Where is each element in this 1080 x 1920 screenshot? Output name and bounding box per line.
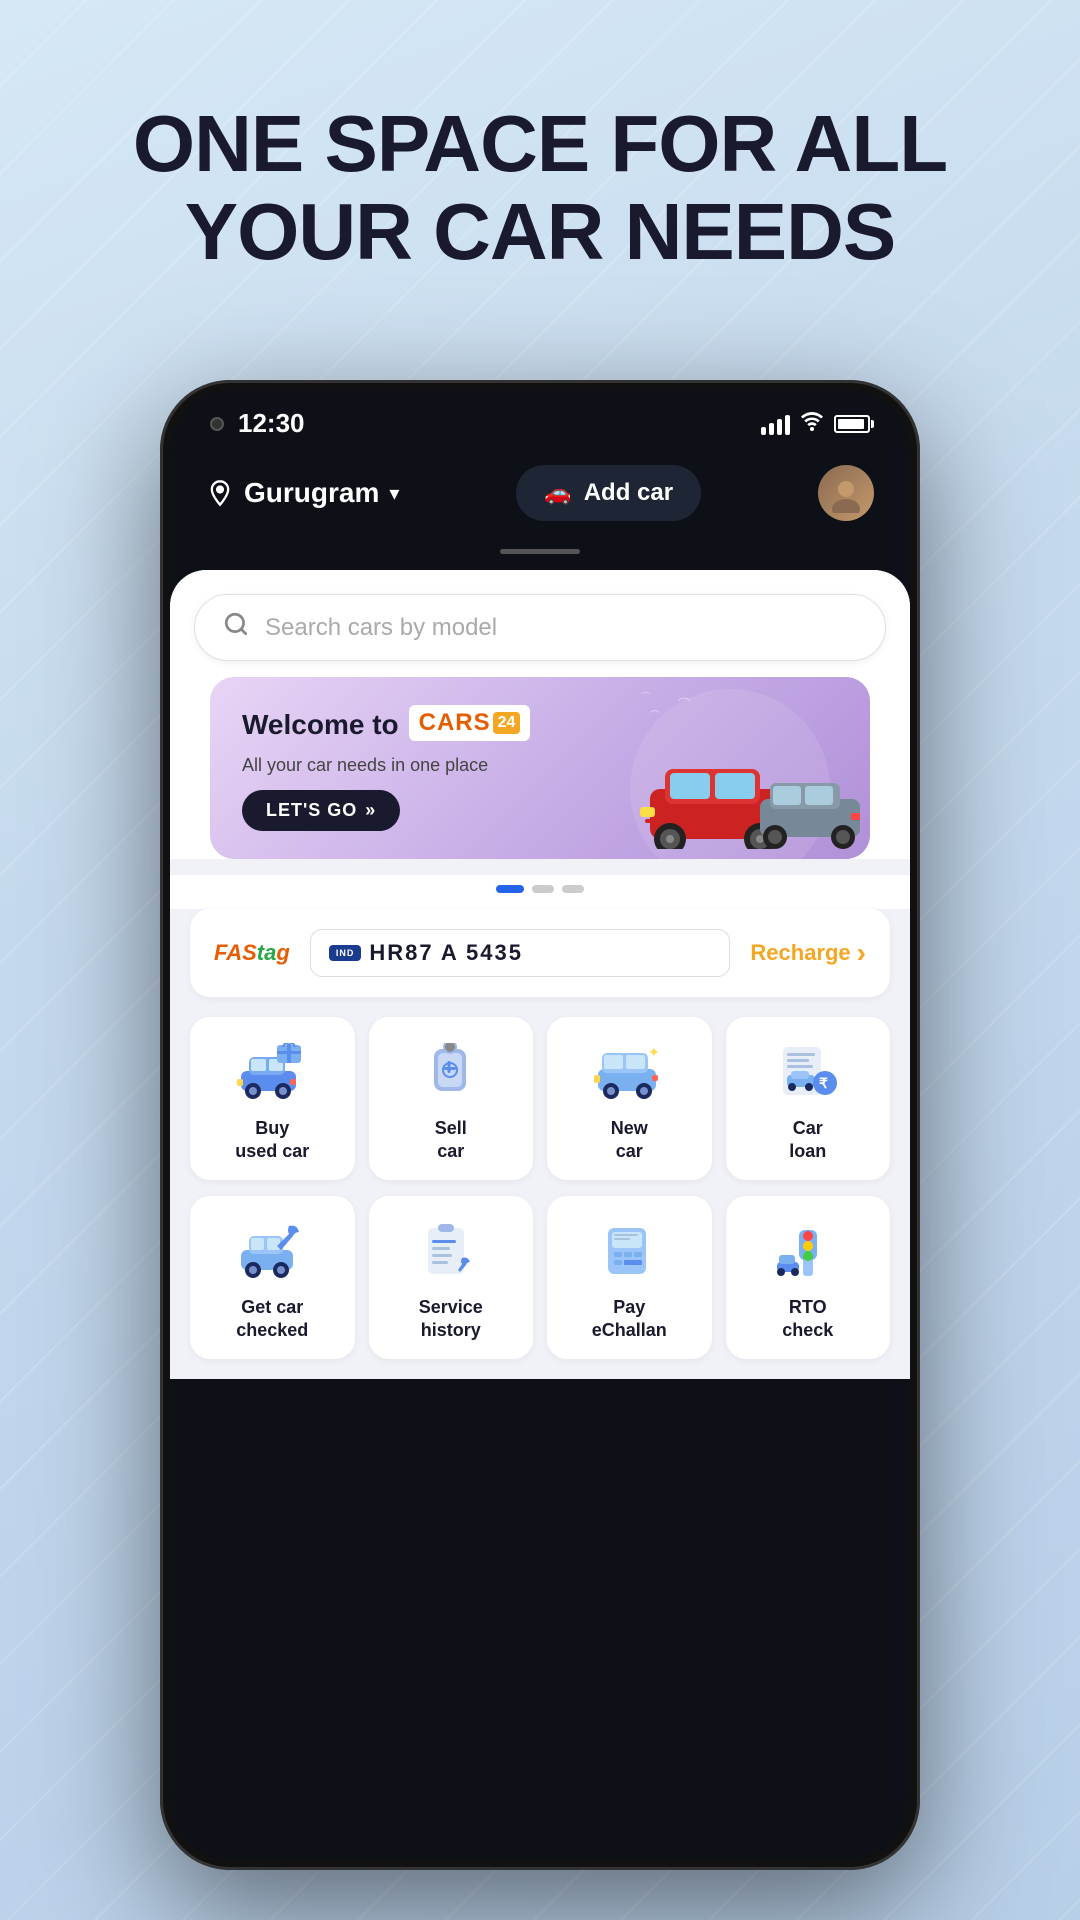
search-placeholder: Search cars by model: [265, 614, 497, 642]
status-icons: [761, 411, 870, 437]
services-row-2: Get carchecked: [170, 1196, 910, 1379]
location-selector[interactable]: Gurugram ▾: [206, 477, 399, 509]
brand-name: CARS: [419, 709, 491, 737]
banner-subtitle: All your car needs in one place: [242, 755, 838, 776]
banner-pagination: [170, 875, 910, 909]
location-pin-icon: [206, 479, 234, 507]
status-time: 12:30: [238, 408, 305, 439]
page-headline: ONE SPACE FOR ALL YOUR CAR NEEDS: [0, 100, 1080, 276]
search-section: Search cars by model: [170, 570, 910, 677]
rto-check-card[interactable]: RTOcheck: [726, 1196, 891, 1359]
services-row-1: Buyused car: [170, 1017, 910, 1196]
buy-used-car-card[interactable]: Buyused car: [190, 1017, 355, 1180]
lets-go-label: LET'S GO: [266, 800, 357, 821]
cars24-logo: CARS 24: [409, 705, 531, 741]
rto-check-label: RTOcheck: [782, 1296, 833, 1343]
wifi-icon: [800, 411, 824, 437]
plate-number: HR87 A 5435: [369, 940, 523, 966]
lets-go-button[interactable]: LET'S GO »: [242, 790, 400, 831]
add-car-label: Add car: [584, 479, 673, 507]
battery-icon: [834, 415, 870, 433]
fastag-logo: FAStag: [214, 940, 290, 966]
sell-car-icon: [411, 1037, 491, 1107]
banner-content: Welcome to CARS 24 All your car needs in…: [242, 705, 838, 831]
headline-line2: YOUR CAR NEEDS: [80, 188, 1000, 276]
fastag-section[interactable]: FAStag IND HR87 A 5435 Recharge ›: [190, 909, 890, 997]
buy-used-car-label: Buyused car: [235, 1117, 309, 1164]
status-bar: 12:30: [170, 390, 910, 449]
new-car-icon: ✦: [589, 1037, 669, 1107]
user-avatar[interactable]: [818, 465, 874, 521]
search-bar[interactable]: Search cars by model: [194, 594, 886, 661]
recharge-button[interactable]: Recharge ›: [750, 937, 866, 969]
pay-echallan-label: PayeChallan: [592, 1296, 667, 1343]
bird-icon: ⌒: [642, 691, 650, 702]
rto-check-icon: [768, 1216, 848, 1286]
navigation-bar: Gurugram ▾ 🚗 Add car: [170, 449, 910, 541]
welcome-banner[interactable]: ⌒ ⌒ ⌒ Welcome to CARS 24 All you: [210, 677, 870, 859]
banner-dot-2[interactable]: [532, 885, 554, 893]
sell-car-label: Sellcar: [435, 1117, 467, 1164]
get-car-checked-card[interactable]: Get carchecked: [190, 1196, 355, 1359]
phone-mockup: 12:30: [160, 380, 920, 1870]
avatar-icon: [826, 473, 866, 513]
car-loan-label: Carloan: [789, 1117, 826, 1164]
signal-icon: [761, 413, 790, 435]
recharge-label: Recharge: [750, 940, 850, 966]
car-loan-icon: ₹: [768, 1037, 848, 1107]
swipe-bar: [500, 549, 580, 554]
banner-dot-1[interactable]: [496, 885, 524, 893]
banner-dot-3[interactable]: [562, 885, 584, 893]
get-car-checked-icon: [232, 1216, 312, 1286]
service-history-label: Servicehistory: [419, 1296, 483, 1343]
recharge-arrow: ›: [857, 937, 866, 969]
service-history-card[interactable]: Servicehistory: [369, 1196, 534, 1359]
vehicle-plate: IND HR87 A 5435: [310, 929, 731, 977]
location-label: Gurugram: [244, 477, 379, 509]
sell-car-card[interactable]: Sellcar: [369, 1017, 534, 1180]
pay-echallan-icon: [589, 1216, 669, 1286]
new-car-card[interactable]: ✦ Newcar: [547, 1017, 712, 1180]
camera-icon: [210, 417, 224, 431]
headline-line1: ONE SPACE FOR ALL: [80, 100, 1000, 188]
chevron-down-icon: ▾: [389, 481, 399, 506]
pay-echallan-card[interactable]: PayeChallan: [547, 1196, 712, 1359]
search-icon: [223, 611, 249, 644]
swipe-indicator: [170, 541, 910, 570]
service-history-icon: [411, 1216, 491, 1286]
svg-text:✦: ✦: [648, 1044, 660, 1060]
app-content: Search cars by model ⌒ ⌒ ⌒ Welcome to: [170, 570, 910, 1379]
phone-screen: 12:30: [170, 390, 910, 1860]
banner-welcome-text: Welcome to: [242, 709, 399, 741]
add-car-button[interactable]: 🚗 Add car: [516, 465, 701, 521]
country-badge: IND: [329, 945, 362, 961]
car-add-icon: 🚗: [544, 480, 571, 506]
new-car-label: Newcar: [611, 1117, 648, 1164]
brand-badge: 24: [493, 712, 521, 734]
svg-text:₹: ₹: [819, 1075, 828, 1091]
get-car-checked-label: Get carchecked: [236, 1296, 308, 1343]
buy-used-car-icon: [232, 1037, 312, 1107]
lets-go-arrows: »: [365, 800, 376, 821]
car-loan-card[interactable]: ₹ Carloan: [726, 1017, 891, 1180]
